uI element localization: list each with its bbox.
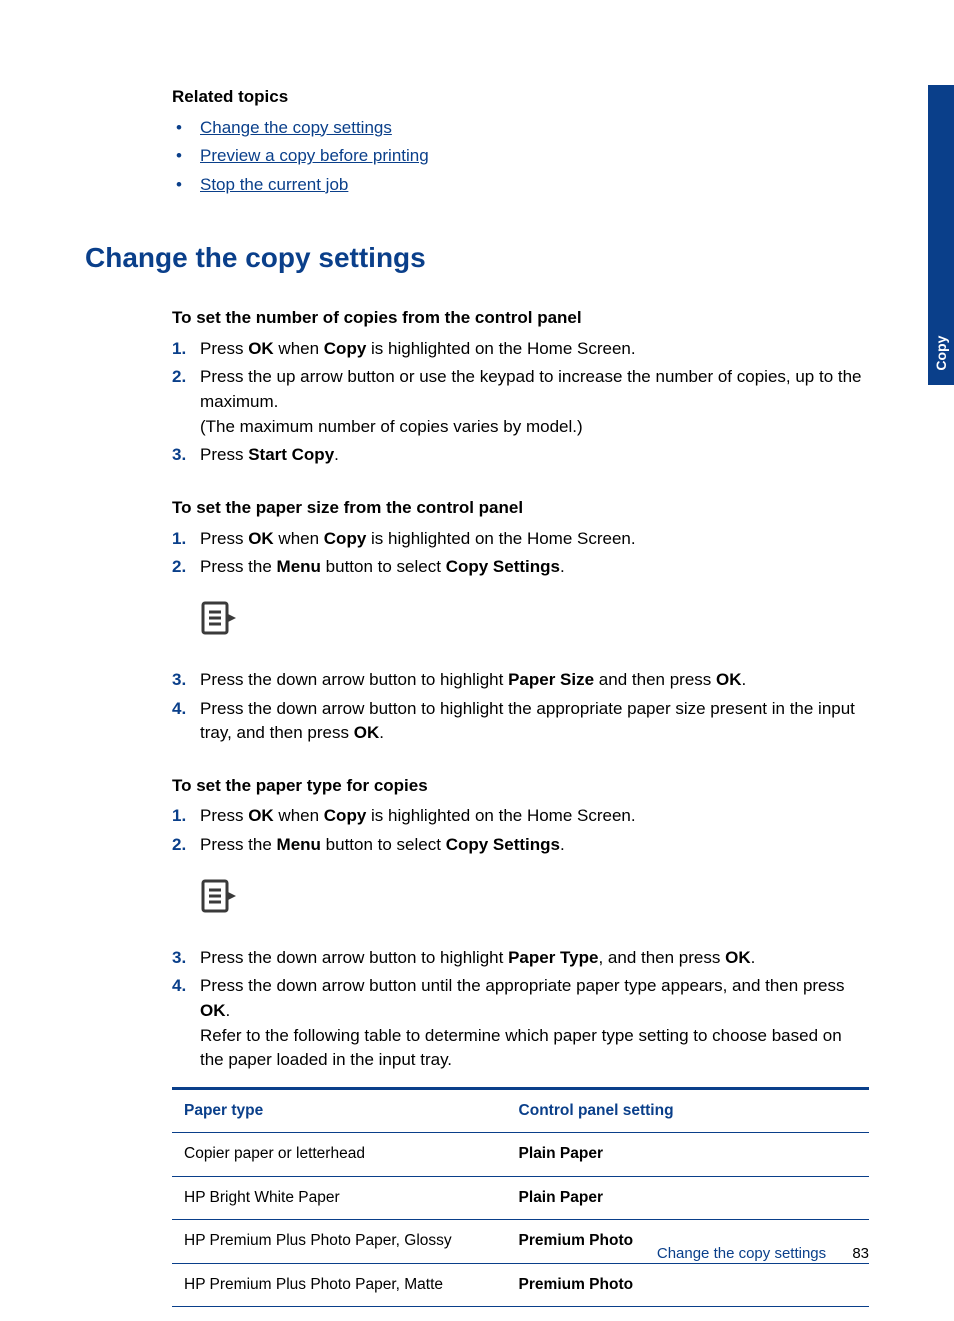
step: Press Start Copy. <box>172 443 869 468</box>
cell-setting: Plain Paper <box>507 1133 869 1176</box>
procedure-set-paper-type: To set the paper type for copies Press O… <box>172 774 869 1307</box>
link-stop-job[interactable]: Stop the current job <box>200 175 348 194</box>
page-footer: Change the copy settings 83 <box>657 1243 869 1265</box>
footer-section-title: Change the copy settings <box>657 1245 826 1262</box>
paper-type-table: Paper type Control panel setting Copier … <box>172 1087 869 1307</box>
cell-setting: Premium Photo <box>507 1263 869 1306</box>
chapter-tab: Copy <box>928 85 954 385</box>
related-topics-block: Related topics Change the copy settings … <box>172 85 869 198</box>
cell-paper-type: HP Premium Plus Photo Paper, Glossy <box>172 1220 507 1263</box>
procedure-set-paper-size: To set the paper size from the control p… <box>172 496 869 746</box>
step: Press OK when Copy is highlighted on the… <box>172 527 869 552</box>
menu-icon <box>200 600 869 638</box>
step: Press the down arrow button to highlight… <box>172 946 869 971</box>
page-number: 83 <box>852 1245 869 1262</box>
procedure-heading: To set the paper type for copies <box>172 774 869 799</box>
steps-list-cont: Press the down arrow button to highlight… <box>172 946 869 1073</box>
related-topic-item: Change the copy settings <box>172 116 869 141</box>
steps-list-cont: Press the down arrow button to highlight… <box>172 668 869 746</box>
link-change-copy-settings[interactable]: Change the copy settings <box>200 118 392 137</box>
related-topic-item: Preview a copy before printing <box>172 144 869 169</box>
table-header-row: Paper type Control panel setting <box>172 1088 869 1132</box>
table-header-setting: Control panel setting <box>507 1088 869 1132</box>
section-title: Change the copy settings <box>85 238 869 279</box>
step: Press OK when Copy is highlighted on the… <box>172 337 869 362</box>
step: Press the down arrow button until the ap… <box>172 974 869 1073</box>
table-row: HP Bright White PaperPlain Paper <box>172 1176 869 1219</box>
menu-icon <box>200 878 869 916</box>
page-content: Related topics Change the copy settings … <box>0 0 954 1307</box>
steps-list: Press OK when Copy is highlighted on the… <box>172 337 869 468</box>
table-row: HP Premium Plus Photo Paper, MattePremiu… <box>172 1263 869 1306</box>
table-header-paper-type: Paper type <box>172 1088 507 1132</box>
steps-list: Press OK when Copy is highlighted on the… <box>172 527 869 580</box>
related-topic-item: Stop the current job <box>172 173 869 198</box>
step: Press the down arrow button to highlight… <box>172 668 869 693</box>
cell-paper-type: HP Premium Plus Photo Paper, Matte <box>172 1263 507 1306</box>
step: Press OK when Copy is highlighted on the… <box>172 804 869 829</box>
menu-button-icon <box>200 600 869 638</box>
procedure-heading: To set the paper size from the control p… <box>172 496 869 521</box>
step: Press the down arrow button to highlight… <box>172 697 869 746</box>
steps-list: Press OK when Copy is highlighted on the… <box>172 804 869 857</box>
menu-button-icon <box>200 878 869 916</box>
chapter-tab-label: Copy <box>931 336 951 371</box>
step: Press the Menu button to select Copy Set… <box>172 555 869 580</box>
related-topics-list: Change the copy settings Preview a copy … <box>172 116 869 198</box>
link-preview-copy[interactable]: Preview a copy before printing <box>200 146 429 165</box>
cell-setting: Plain Paper <box>507 1176 869 1219</box>
cell-paper-type: HP Bright White Paper <box>172 1176 507 1219</box>
related-topics-heading: Related topics <box>172 85 869 110</box>
step: Press the up arrow button or use the key… <box>172 365 869 439</box>
table-row: Copier paper or letterheadPlain Paper <box>172 1133 869 1176</box>
cell-paper-type: Copier paper or letterhead <box>172 1133 507 1176</box>
procedure-heading: To set the number of copies from the con… <box>172 306 869 331</box>
procedure-set-copies: To set the number of copies from the con… <box>172 306 869 468</box>
step: Press the Menu button to select Copy Set… <box>172 833 869 858</box>
